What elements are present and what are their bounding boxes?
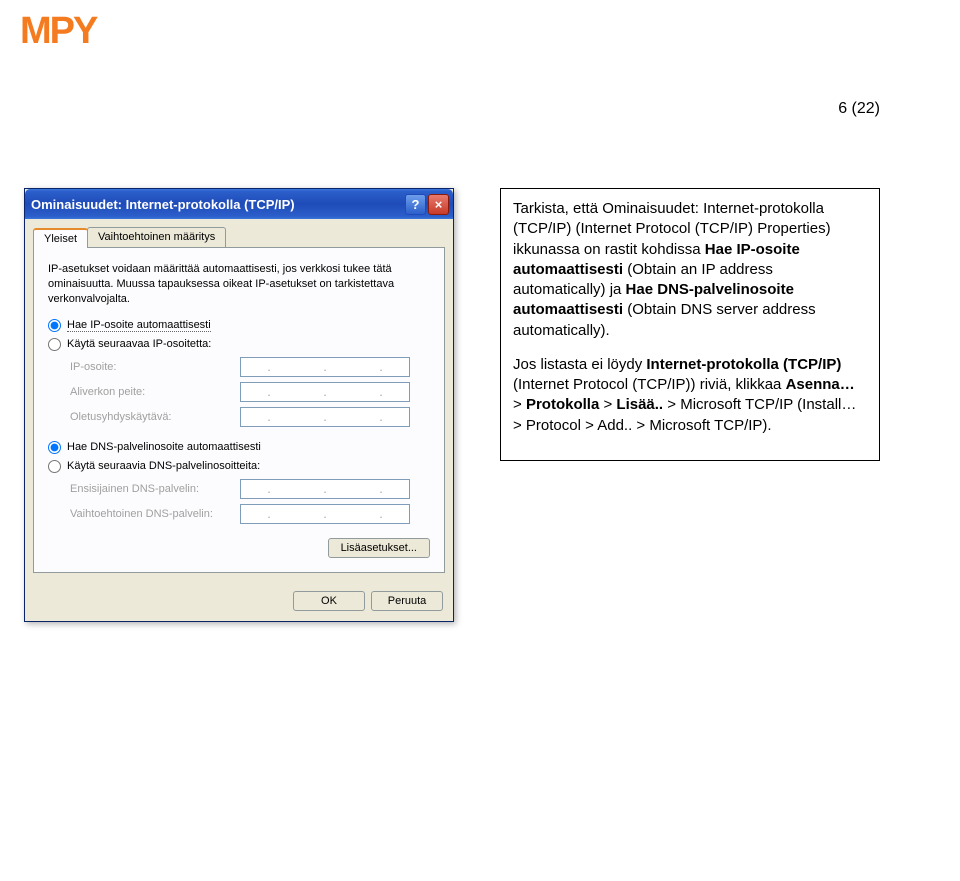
ok-button[interactable]: OK <box>293 591 365 611</box>
radio-ip-manual-label: Käytä seuraavaa IP-osoitetta: <box>67 338 211 350</box>
input-gateway: ... <box>240 407 410 427</box>
label-dns1: Ensisijainen DNS-palvelin: <box>70 483 240 495</box>
instruction-p1: Tarkista, että Ominaisuudet: Internet-pr… <box>513 199 867 341</box>
dialog-buttons: OK Peruuta <box>25 581 453 621</box>
radio-dns-auto-input[interactable] <box>48 441 61 454</box>
tab-alternate[interactable]: Vaihtoehtoinen määritys <box>87 227 226 247</box>
tab-strip: Yleiset Vaihtoehtoinen määritys <box>33 227 445 247</box>
input-dns1: ... <box>240 479 410 499</box>
input-ip: ... <box>240 357 410 377</box>
titlebar[interactable]: Ominaisuudet: Internet-protokolla (TCP/I… <box>25 189 453 219</box>
cancel-button[interactable]: Peruuta <box>371 591 443 611</box>
tcpip-properties-dialog: Ominaisuudet: Internet-protokolla (TCP/I… <box>24 188 454 622</box>
radio-ip-manual-input[interactable] <box>48 338 61 351</box>
radio-dns-manual-label: Käytä seuraavia DNS-palvelinosoitteita: <box>67 460 260 472</box>
instruction-box: Tarkista, että Ominaisuudet: Internet-pr… <box>500 188 880 461</box>
help-icon[interactable]: ? <box>405 194 426 215</box>
intro-text: IP-asetukset voidaan määrittää automaatt… <box>48 262 430 307</box>
radio-ip-auto[interactable]: Hae IP-osoite automaattisesti <box>48 319 430 332</box>
logo: MPY <box>20 10 96 53</box>
input-mask: ... <box>240 382 410 402</box>
radio-dns-manual-input[interactable] <box>48 460 61 473</box>
radio-dns-auto-label: Hae DNS-palvelinosoite automaattisesti <box>67 441 261 453</box>
tab-pane: IP-asetukset voidaan määrittää automaatt… <box>33 247 445 573</box>
label-dns2: Vaihtoehtoinen DNS-palvelin: <box>70 508 240 520</box>
page-number: 6 (22) <box>838 100 880 118</box>
advanced-button[interactable]: Lisäasetukset... <box>328 538 430 558</box>
radio-ip-auto-input[interactable] <box>48 319 61 332</box>
dialog-title: Ominaisuudet: Internet-protokolla (TCP/I… <box>31 197 403 212</box>
tab-general[interactable]: Yleiset <box>33 228 88 248</box>
radio-ip-manual[interactable]: Käytä seuraavaa IP-osoitetta: <box>48 338 430 351</box>
label-ip: IP-osoite: <box>70 361 240 373</box>
close-icon[interactable]: × <box>428 194 449 215</box>
label-mask: Aliverkon peite: <box>70 386 240 398</box>
radio-dns-auto[interactable]: Hae DNS-palvelinosoite automaattisesti <box>48 441 430 454</box>
input-dns2: ... <box>240 504 410 524</box>
radio-dns-manual[interactable]: Käytä seuraavia DNS-palvelinosoitteita: <box>48 460 430 473</box>
radio-ip-auto-label: Hae IP-osoite automaattisesti <box>67 319 211 332</box>
label-gateway: Oletusyhdyskäytävä: <box>70 411 240 423</box>
instruction-p2: Jos listasta ei löydy Internet-protokoll… <box>513 355 867 436</box>
